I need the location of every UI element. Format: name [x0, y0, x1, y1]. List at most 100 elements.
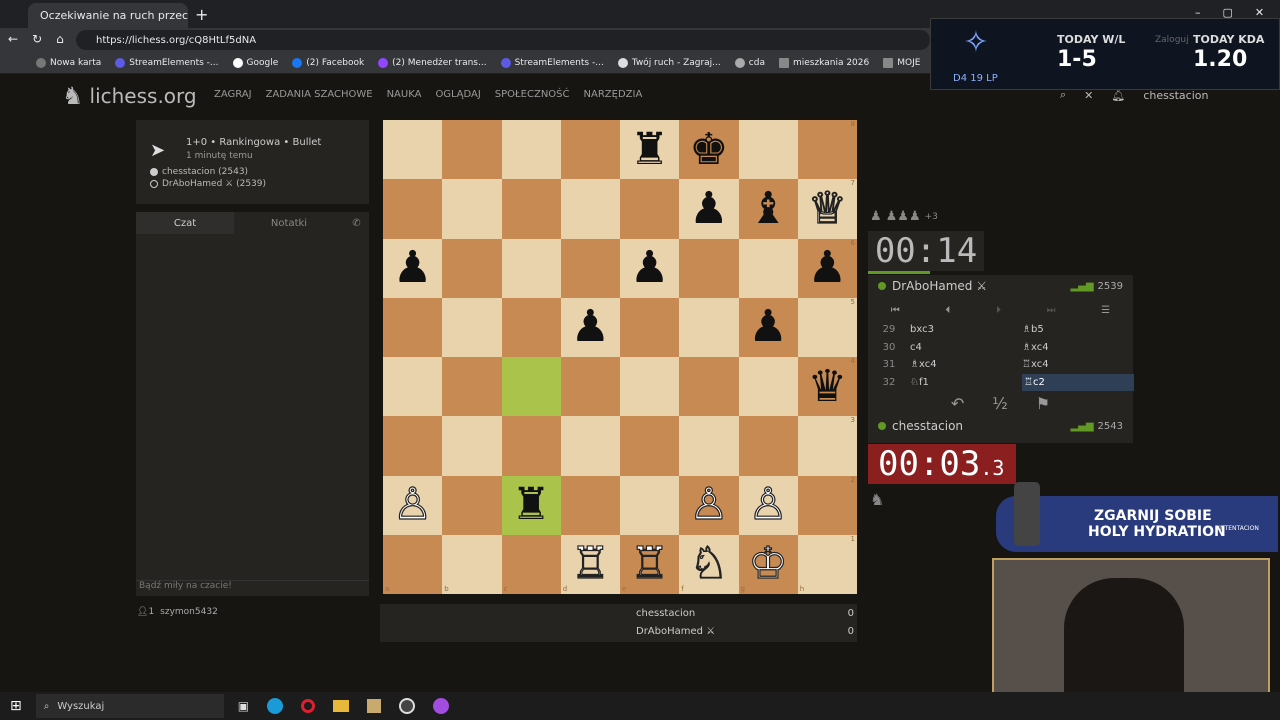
bookmark-item[interactable]: StreamElements -...	[115, 57, 219, 68]
taskbar-search[interactable]: ⌕ Wyszukaj	[35, 694, 224, 718]
white-player[interactable]: chesstacion (2543)	[150, 167, 248, 177]
square-f8[interactable]: ♚	[679, 120, 739, 180]
square-b4[interactable]	[442, 357, 502, 417]
move-san[interactable]: ♘f1	[910, 377, 1022, 388]
nav-puzzles[interactable]: ZADANIA SZACHOWE	[266, 89, 373, 100]
square-d7[interactable]	[560, 179, 620, 239]
square-e5[interactable]	[620, 297, 680, 357]
search-icon[interactable]: ⌕	[1060, 88, 1066, 102]
bookmark-folder[interactable]: MOJE	[883, 57, 920, 68]
square-a7[interactable]	[383, 179, 443, 239]
move-san[interactable]: c4	[910, 342, 1022, 353]
square-b6[interactable]	[442, 238, 502, 298]
square-a3[interactable]	[383, 416, 443, 476]
opera-icon[interactable]	[301, 699, 316, 713]
black-player[interactable]: DrAboHamed ⚔ (2539)	[150, 179, 266, 189]
square-d2[interactable]	[560, 475, 620, 535]
square-c5[interactable]	[501, 297, 561, 357]
move-san[interactable]: ♖c2	[1022, 373, 1134, 391]
chess-piece[interactable]: ♜	[511, 483, 550, 527]
resign-flag-icon[interactable]: ⚑	[1036, 394, 1050, 413]
square-e7[interactable]	[620, 179, 680, 239]
square-g4[interactable]	[738, 357, 798, 417]
bell-icon[interactable]: 🔔︎	[1111, 89, 1125, 102]
chess-piece[interactable]: ♙	[689, 482, 730, 527]
square-d6[interactable]	[560, 238, 620, 298]
move-san[interactable]: bxc3	[910, 324, 1022, 335]
windows-start-icon[interactable]: ⊞	[10, 698, 22, 714]
bookmark-item[interactable]: StreamElements -...	[500, 57, 604, 68]
move-san[interactable]: ♗xc4	[910, 359, 1022, 370]
square-h5[interactable]: 5	[797, 297, 857, 357]
bookmark-item[interactable]: (2) Facebook	[292, 57, 364, 68]
messenger-icon[interactable]	[433, 698, 450, 714]
chess-piece[interactable]: ♕	[807, 186, 848, 231]
square-c1[interactable]: c	[501, 534, 561, 594]
bookmark-item[interactable]: Twój ruch - Zagraj...	[617, 57, 721, 68]
square-b7[interactable]	[442, 179, 502, 239]
square-e2[interactable]	[620, 475, 680, 535]
square-e6[interactable]: ♟	[620, 238, 680, 298]
square-b2[interactable]	[442, 475, 502, 535]
square-h2[interactable]: 2	[797, 475, 857, 535]
square-c7[interactable]	[501, 179, 561, 239]
opponent-name[interactable]: DrAboHamed ⚔	[892, 279, 987, 293]
my-name[interactable]: chesstacion	[892, 419, 963, 433]
square-g2[interactable]: ♙	[738, 475, 798, 535]
chess-piece[interactable]: ♛	[808, 364, 847, 409]
square-b1[interactable]: b	[442, 534, 502, 594]
next-move-icon[interactable]: ⏵	[996, 305, 1001, 316]
last-move-icon[interactable]: ⏭	[1047, 305, 1056, 316]
square-a6[interactable]: ♟	[383, 238, 443, 298]
chess-piece[interactable]: ♟	[808, 246, 847, 290]
square-g8[interactable]	[738, 120, 798, 180]
move-san[interactable]: ♗b5	[1022, 324, 1134, 335]
tab-chat[interactable]: Czat	[136, 212, 234, 234]
square-f3[interactable]	[679, 416, 739, 476]
square-g3[interactable]	[738, 416, 798, 476]
takeback-icon[interactable]: ↶	[951, 394, 964, 413]
square-e8[interactable]: ♜	[620, 120, 680, 180]
chess-piece[interactable]: ♙	[392, 482, 433, 527]
square-b3[interactable]	[442, 416, 502, 476]
square-c6[interactable]	[501, 238, 561, 298]
tab-notes[interactable]: Notatki	[234, 212, 344, 234]
square-c3[interactable]	[501, 416, 561, 476]
url-field[interactable]: https://lichess.org/cQ8HtLf5dNA	[76, 30, 930, 50]
berserk-icon[interactable]: ♞	[870, 490, 884, 509]
bookmark-item[interactable]: (2) Menedżer trans...	[378, 57, 487, 68]
folder-icon[interactable]	[333, 700, 350, 712]
site-logo[interactable]: ♞ lichess.org	[62, 82, 197, 110]
square-f4[interactable]	[679, 357, 739, 417]
move-san[interactable]: ♗xc4	[1022, 342, 1134, 353]
square-f6[interactable]	[679, 238, 739, 298]
square-a1[interactable]: a	[383, 534, 443, 594]
square-h7[interactable]: ♕ 7	[797, 179, 857, 239]
square-h3[interactable]: 3	[797, 416, 857, 476]
square-d8[interactable]	[560, 120, 620, 180]
chess-piece[interactable]: ♙	[748, 482, 789, 527]
task-view-icon[interactable]: ▣	[238, 699, 249, 713]
square-f2[interactable]: ♙	[679, 475, 739, 535]
username[interactable]: chesstacion	[1143, 89, 1208, 102]
square-c4[interactable]	[501, 357, 561, 417]
nav-watch[interactable]: OGLĄDAJ	[435, 89, 480, 100]
square-a4[interactable]	[383, 357, 443, 417]
nav-learn[interactable]: NAUKA	[387, 89, 422, 100]
square-e1[interactable]: ♖ e	[620, 534, 680, 594]
bookmark-item[interactable]: cda	[734, 57, 765, 68]
nav-controls[interactable]: ← ↻ ⌂	[8, 32, 64, 46]
square-h6[interactable]: ♟ 6	[797, 238, 857, 298]
square-f7[interactable]: ♟	[679, 179, 739, 239]
nav-community[interactable]: SPOŁECZNOŚĆ	[495, 89, 570, 100]
square-h8[interactable]: 8	[797, 120, 857, 180]
square-b8[interactable]	[442, 120, 502, 180]
square-g6[interactable]	[738, 238, 798, 298]
square-a2[interactable]: ♙	[383, 475, 443, 535]
square-g5[interactable]: ♟	[738, 297, 798, 357]
square-h1[interactable]: 1h	[797, 534, 857, 594]
square-d1[interactable]: ♖ d	[560, 534, 620, 594]
edge-icon[interactable]	[267, 698, 284, 714]
square-g1[interactable]: ♔ g	[738, 534, 798, 594]
square-a8[interactable]	[383, 120, 443, 180]
